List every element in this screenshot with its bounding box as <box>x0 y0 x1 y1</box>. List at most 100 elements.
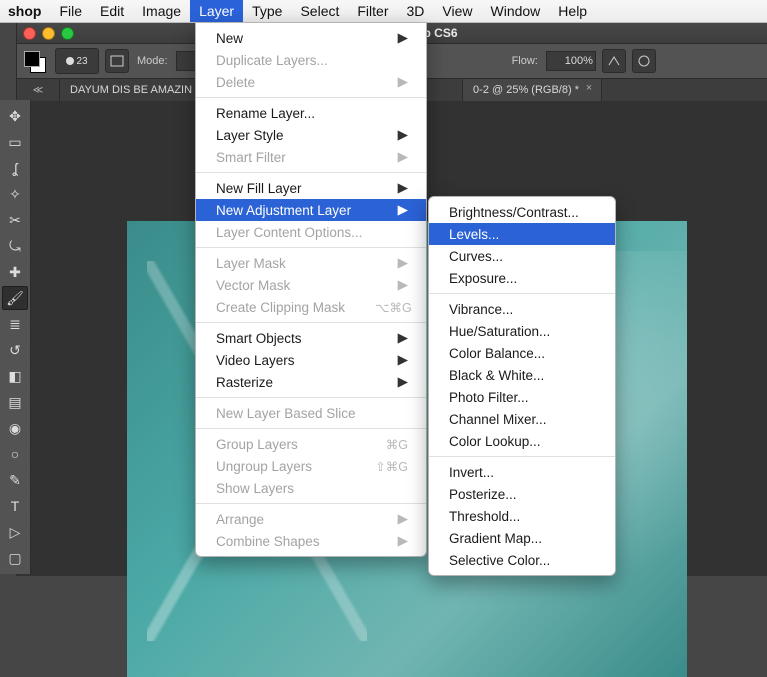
layer-menu-item: Combine Shapes▶ <box>196 530 426 552</box>
layer-menu-item-label: Combine Shapes <box>216 534 320 549</box>
menubar-item-3d[interactable]: 3D <box>398 0 434 22</box>
adjustment-submenu-item[interactable]: Vibrance... <box>429 298 615 320</box>
brush-preset-picker[interactable]: 23 <box>55 48 99 74</box>
adjustment-submenu-item[interactable]: Invert... <box>429 461 615 483</box>
layer-menu-item-label: Arrange <box>216 512 264 527</box>
color-swatches[interactable] <box>21 48 49 74</box>
window-close-button[interactable] <box>23 27 36 40</box>
menubar-item-select[interactable]: Select <box>291 0 348 22</box>
adjustment-submenu-item[interactable]: Photo Filter... <box>429 386 615 408</box>
adjustment-submenu-item[interactable]: Curves... <box>429 245 615 267</box>
layer-menu-item-label: New Layer Based Slice <box>216 406 356 421</box>
layer-menu-item-label: Create Clipping Mask <box>216 300 345 315</box>
brush-preview-icon <box>66 57 74 65</box>
window-minimize-button[interactable] <box>42 27 55 40</box>
layer-menu-item-label: Smart Objects <box>216 331 302 346</box>
move-tool[interactable]: ✥ <box>2 104 28 128</box>
menubar-item-view[interactable]: View <box>433 0 481 22</box>
layer-menu-item-label: Show Layers <box>216 481 294 496</box>
eyedropper-tool[interactable]: ⤿ <box>2 234 28 258</box>
adjustment-submenu-item[interactable]: Color Balance... <box>429 342 615 364</box>
tablet-pressure-icon[interactable] <box>632 49 656 73</box>
tab-bar-prev-icon[interactable]: ≪ <box>17 79 60 101</box>
menubar-item-filter[interactable]: Filter <box>348 0 397 22</box>
layer-menu-item-label: Smart Filter <box>216 150 286 165</box>
tools-panel: ✥▭ʆ✧✂⤿✚🖌≣↺◧▤◉○✎T▷▢ <box>0 100 31 574</box>
adjustment-submenu-item[interactable]: Channel Mixer... <box>429 408 615 430</box>
layer-menu-item[interactable]: New▶ <box>196 27 426 49</box>
foreground-color-swatch[interactable] <box>24 51 40 67</box>
adjustment-submenu-item[interactable]: Brightness/Contrast... <box>429 201 615 223</box>
history-brush-tool[interactable]: ↺ <box>2 338 28 362</box>
menubar-item-help[interactable]: Help <box>549 0 596 22</box>
gradient-tool[interactable]: ▤ <box>2 390 28 414</box>
menubar-item-type[interactable]: Type <box>243 0 291 22</box>
layer-menu-item[interactable]: Rasterize▶ <box>196 371 426 393</box>
adjustment-submenu-item[interactable]: Levels... <box>429 223 615 245</box>
adjustment-submenu-item-label: Black & White... <box>449 368 544 383</box>
adjustment-submenu-item-label: Invert... <box>449 465 494 480</box>
eraser-tool[interactable]: ◧ <box>2 364 28 388</box>
menu-shortcut: ⌘G <box>386 437 408 452</box>
adjustment-submenu-item-label: Brightness/Contrast... <box>449 205 579 220</box>
dodge-tool[interactable]: ○ <box>2 442 28 466</box>
adjustment-submenu-item[interactable]: Color Lookup... <box>429 430 615 452</box>
lasso-tool[interactable]: ʆ <box>2 156 28 180</box>
healing-brush-tool[interactable]: ✚ <box>2 260 28 284</box>
submenu-arrow-icon: ▶ <box>398 127 408 143</box>
tab-close-icon[interactable]: × <box>583 82 595 94</box>
adjustment-submenu-item-label: Color Lookup... <box>449 434 541 449</box>
menubar-item-layer[interactable]: Layer <box>190 0 243 22</box>
layer-menu-item-label: Layer Mask <box>216 256 286 271</box>
submenu-arrow-icon: ▶ <box>398 352 408 368</box>
blur-tool[interactable]: ◉ <box>2 416 28 440</box>
menubar-item-file[interactable]: File <box>50 0 91 22</box>
menubar-item-window[interactable]: Window <box>482 0 550 22</box>
magic-wand-tool[interactable]: ✧ <box>2 182 28 206</box>
layer-menu-item-label: Rasterize <box>216 375 273 390</box>
type-tool[interactable]: T <box>2 494 28 518</box>
layer-menu-item[interactable]: Video Layers▶ <box>196 349 426 371</box>
brush-panel-toggle-icon[interactable] <box>105 49 129 73</box>
layer-menu-item-label: Group Layers <box>216 437 298 452</box>
marquee-tool[interactable]: ▭ <box>2 130 28 154</box>
shape-tool[interactable]: ▢ <box>2 546 28 570</box>
clone-stamp-tool[interactable]: ≣ <box>2 312 28 336</box>
layer-menu-item[interactable]: Smart Objects ▶ <box>196 327 426 349</box>
brush-size-value: 23 <box>76 56 87 67</box>
adjustment-submenu-item[interactable]: Black & White... <box>429 364 615 386</box>
document-tab[interactable]: DAYUM DIS BE AMAZIN × <box>60 79 215 101</box>
layer-menu-item-label: Duplicate Layers... <box>216 53 328 68</box>
layer-menu-item-label: Layer Style <box>216 128 284 143</box>
layer-menu-item: Layer Content Options... <box>196 221 426 243</box>
layer-menu-item[interactable]: Rename Layer... <box>196 102 426 124</box>
adjustment-submenu-item[interactable]: Gradient Map... <box>429 527 615 549</box>
adjustment-submenu-item[interactable]: Selective Color... <box>429 549 615 571</box>
layer-menu-item-label: Layer Content Options... <box>216 225 362 240</box>
document-tab[interactable]: 0-2 @ 25% (RGB/8) * × <box>463 79 602 101</box>
layer-menu-item[interactable]: New Adjustment Layer▶ <box>196 199 426 221</box>
layer-menu-item-label: New Fill Layer <box>216 181 302 196</box>
adjustment-submenu-item[interactable]: Threshold... <box>429 505 615 527</box>
layer-menu-item[interactable]: Layer Style ▶ <box>196 124 426 146</box>
submenu-arrow-icon: ▶ <box>398 180 408 196</box>
adjustment-submenu-item[interactable]: Posterize... <box>429 483 615 505</box>
airbrush-toggle-icon[interactable] <box>602 49 626 73</box>
submenu-arrow-icon: ▶ <box>398 330 408 346</box>
adjustment-submenu-item[interactable]: Hue/Saturation... <box>429 320 615 342</box>
pen-tool[interactable]: ✎ <box>2 468 28 492</box>
submenu-arrow-icon: ▶ <box>398 149 408 165</box>
adjustment-submenu-item[interactable]: Exposure... <box>429 267 615 289</box>
menubar-item-image[interactable]: Image <box>133 0 190 22</box>
layer-menu-item[interactable]: New Fill Layer ▶ <box>196 177 426 199</box>
adjustment-submenu-item-label: Exposure... <box>449 271 517 286</box>
menubar-appname[interactable]: shop <box>8 0 50 22</box>
layer-menu-dropdown: New▶Duplicate Layers...Delete▶Rename Lay… <box>195 22 427 557</box>
crop-tool[interactable]: ✂ <box>2 208 28 232</box>
window-zoom-button[interactable] <box>61 27 74 40</box>
path-selection-tool[interactable]: ▷ <box>2 520 28 544</box>
flow-input[interactable] <box>546 51 596 71</box>
submenu-arrow-icon: ▶ <box>398 30 408 46</box>
brush-tool[interactable]: 🖌 <box>2 286 28 310</box>
menubar-item-edit[interactable]: Edit <box>91 0 133 22</box>
